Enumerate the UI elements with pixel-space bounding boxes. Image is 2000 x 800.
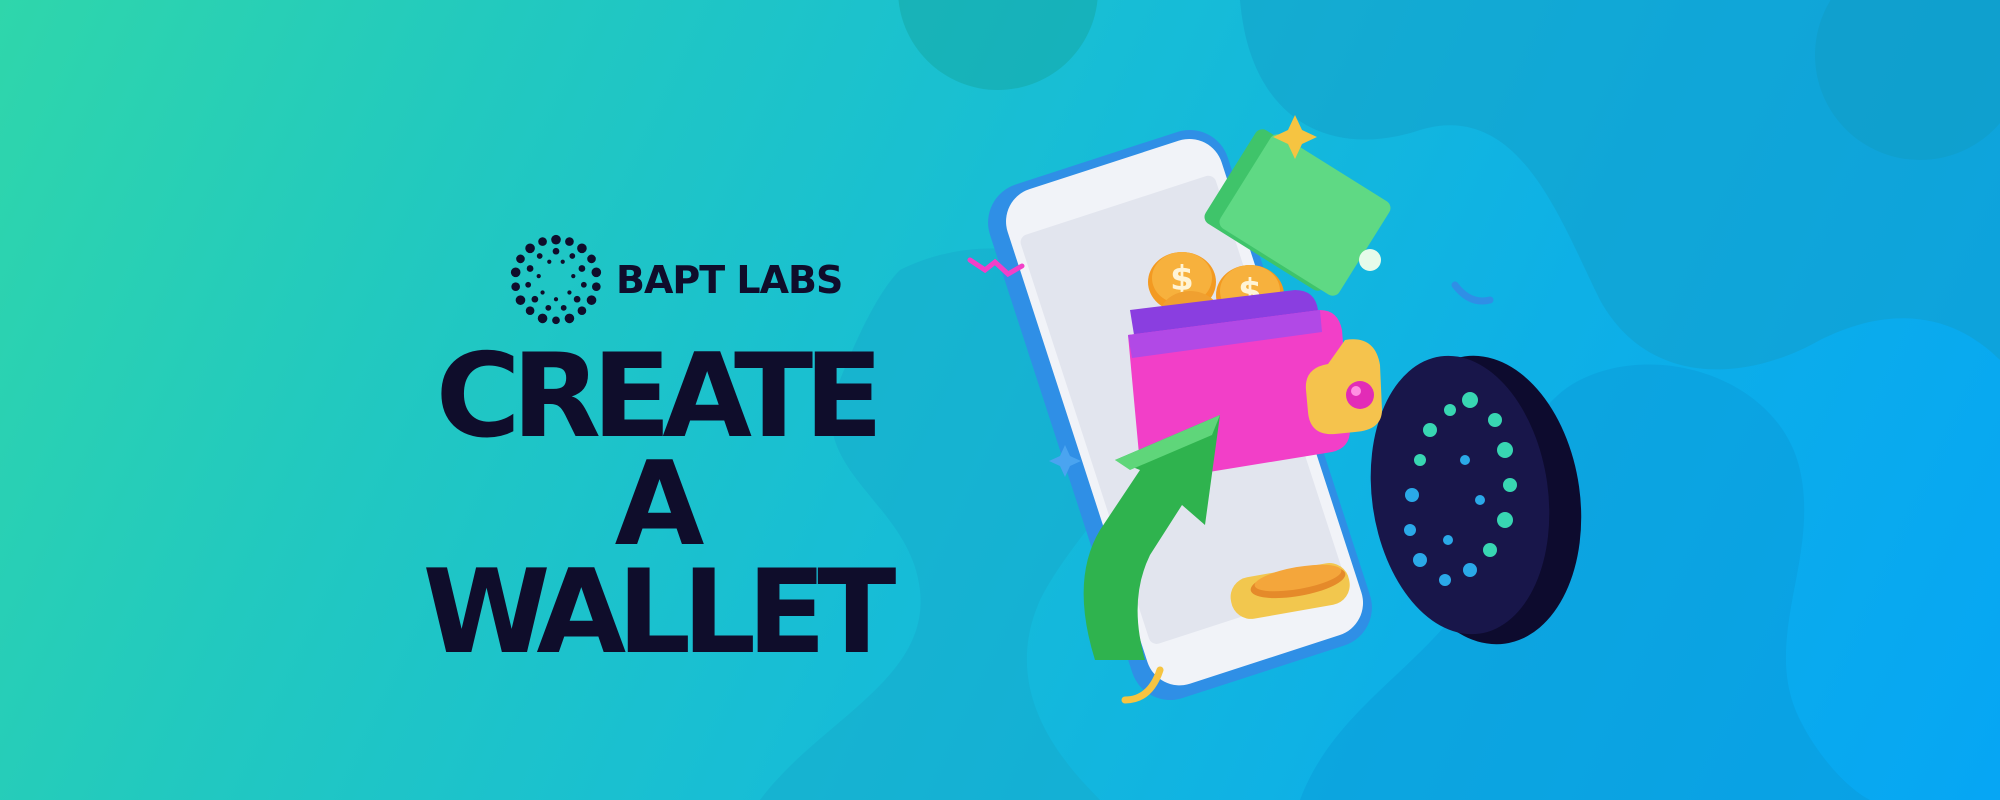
- headline: CREATE A WALLET: [395, 329, 915, 680]
- headline-line-1: CREATE: [435, 329, 884, 464]
- bg-blob-top-circle: [898, 0, 1098, 90]
- dotted-ring-logo-icon: [510, 234, 602, 325]
- phone-wallet-money-icon: $ $ $: [967, 115, 1582, 704]
- brand-name: BAPT LABS: [616, 258, 843, 302]
- token-coin-icon: [1370, 355, 1582, 645]
- banner: BAPT LABS CREATE A WALLET $ $: [0, 0, 2000, 800]
- brand-logo: BAPT LABS: [508, 232, 843, 328]
- headline-line-2: A WALLET: [422, 436, 897, 680]
